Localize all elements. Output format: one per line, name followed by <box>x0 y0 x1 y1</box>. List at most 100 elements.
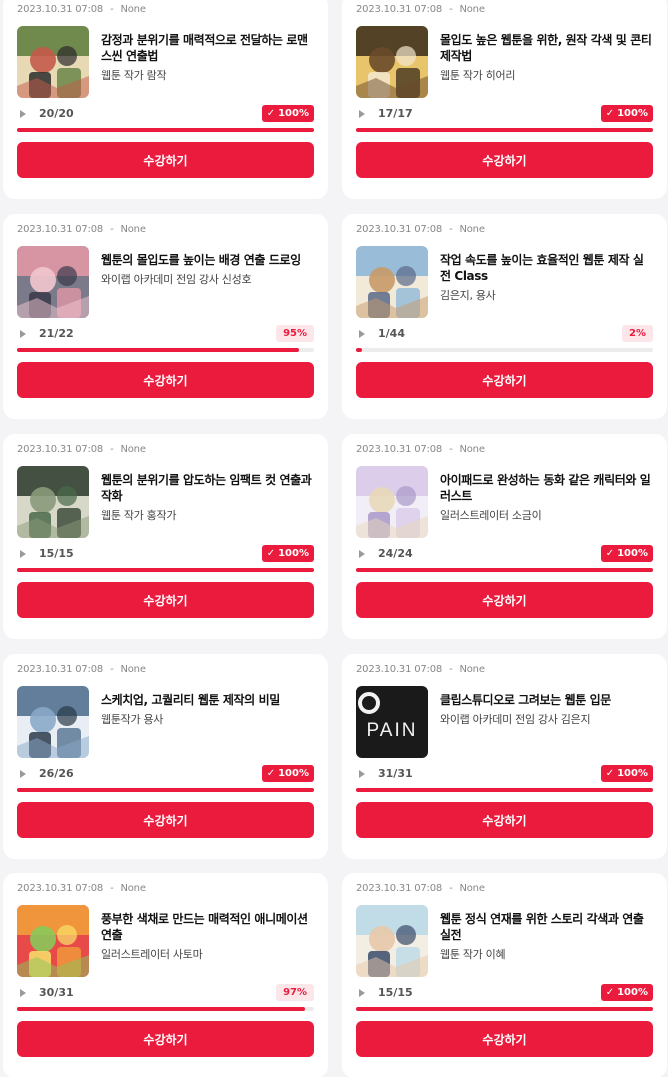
progress-bar-fill <box>356 348 362 352</box>
course-card: 2023.10.31 07:08- None PAIN 클립스튜디오로 그려보는 … <box>342 654 667 859</box>
enroll-date: 2023.10.31 07:08 <box>356 4 443 15</box>
enroll-button[interactable]: 수강하기 <box>17 582 314 618</box>
enroll-date: 2023.10.31 07:08 <box>356 444 443 455</box>
progress-bar <box>17 788 314 792</box>
course-author: 김은지, 용사 <box>440 289 496 302</box>
play-icon <box>359 330 365 338</box>
enroll-button[interactable]: 수강하기 <box>17 142 314 178</box>
enroll-button[interactable]: 수강하기 <box>17 802 314 838</box>
enroll-button[interactable]: 수강하기 <box>356 1021 653 1057</box>
progress-percent-label: 100% <box>617 108 648 119</box>
play-icon <box>20 330 26 338</box>
course-card: 2023.10.31 07:08- None 작업 속도를 높이는 효율적인 웹툰… <box>342 214 667 419</box>
course-title[interactable]: 웹툰 정식 연재를 위한 스토리 각색과 연출 실전 웹툰 작가 이혜 <box>440 911 654 963</box>
course-title[interactable]: 몰입도 높은 웹툰을 위한, 원작 각색 및 콘티 제작법 웹툰 작가 히어리 <box>440 32 654 84</box>
course-card: 2023.10.31 07:08- None 웹툰의 분위기를 압도하는 임팩트 … <box>3 434 328 639</box>
progress-bar <box>356 568 653 572</box>
course-card: 2023.10.31 07:08- None 감정과 분위기를 매력적으로 전달하… <box>3 0 328 199</box>
course-author: 일러스트레이터 사토마 <box>101 948 203 961</box>
progress-percent-badge: 97% <box>276 984 314 1001</box>
course-thumbnail[interactable] <box>17 246 89 318</box>
course-meta: 2023.10.31 07:08- None <box>17 224 146 235</box>
course-card: 2023.10.31 07:08- None 몰입도 높은 웹툰을 위한, 원작 … <box>342 0 667 199</box>
course-status: None <box>120 883 146 894</box>
check-icon: ✓ <box>605 987 615 998</box>
progress-percent-label: 100% <box>617 987 648 998</box>
progress-percent-label: 100% <box>278 108 309 119</box>
enroll-button[interactable]: 수강하기 <box>17 362 314 398</box>
progress-percent-label: 100% <box>278 768 309 779</box>
progress-bar <box>356 128 653 132</box>
lesson-progress-count: 24/24 <box>378 547 413 560</box>
course-card: 2023.10.31 07:08- None 웹툰 정식 연재를 위한 스토리 각… <box>342 873 667 1077</box>
progress-percent-badge: ✓ 100% <box>261 105 314 122</box>
check-icon: ✓ <box>266 108 276 119</box>
progress-bar-fill <box>17 128 314 132</box>
play-icon <box>20 110 26 118</box>
course-title[interactable]: 감정과 분위기를 매력적으로 전달하는 로맨스씬 연출법 웹툰 작가 람작 <box>101 32 315 84</box>
course-title[interactable]: 웹툰의 분위기를 압도하는 임팩트 컷 연출과 작화 웹툰 작가 홍작가 <box>101 472 315 524</box>
check-icon: ✓ <box>605 108 615 119</box>
enroll-button[interactable]: 수강하기 <box>17 1021 314 1057</box>
course-meta: 2023.10.31 07:08- None <box>17 4 146 15</box>
enroll-button[interactable]: 수강하기 <box>356 802 653 838</box>
course-thumbnail[interactable] <box>17 686 89 758</box>
course-thumbnail[interactable] <box>356 26 428 98</box>
course-card: 2023.10.31 07:08- None 풍부한 색채로 만드는 매력적인 애… <box>3 873 328 1077</box>
course-title[interactable]: 스케치업, 고퀄리티 웹툰 제작의 비밀 웹툰작가 용사 <box>101 692 315 728</box>
course-status: None <box>459 444 485 455</box>
course-title[interactable]: 웹툰의 몰입도를 높이는 배경 연출 드로잉 와이랩 아카데미 전임 강사 신성… <box>101 252 315 288</box>
progress-bar-fill <box>17 788 314 792</box>
lesson-progress-count: 17/17 <box>378 107 413 120</box>
course-thumbnail[interactable] <box>356 905 428 977</box>
enroll-button[interactable]: 수강하기 <box>356 362 653 398</box>
course-meta: 2023.10.31 07:08- None <box>356 664 485 675</box>
course-status: None <box>120 664 146 675</box>
course-status: None <box>459 664 485 675</box>
course-meta: 2023.10.31 07:08- None <box>17 664 146 675</box>
course-author: 와이랩 아카데미 전임 강사 신성호 <box>101 273 252 286</box>
progress-bar <box>17 128 314 132</box>
check-icon: ✓ <box>266 548 276 559</box>
course-meta: 2023.10.31 07:08- None <box>356 444 485 455</box>
course-status: None <box>459 224 485 235</box>
enroll-button[interactable]: 수강하기 <box>356 582 653 618</box>
course-thumbnail[interactable] <box>356 246 428 318</box>
progress-bar <box>17 348 314 352</box>
check-icon: ✓ <box>266 768 276 779</box>
course-meta: 2023.10.31 07:08- None <box>17 883 146 894</box>
course-title[interactable]: 작업 속도를 높이는 효율적인 웹툰 제작 실전 Class 김은지, 용사 <box>440 252 654 304</box>
course-meta: 2023.10.31 07:08- None <box>356 224 485 235</box>
lesson-progress-count: 1/44 <box>378 327 405 340</box>
course-author: 웹툰 작가 람작 <box>101 69 167 82</box>
course-thumbnail[interactable] <box>17 905 89 977</box>
course-title[interactable]: 풍부한 색채로 만드는 매력적인 애니메이션 연출 일러스트레이터 사토마 <box>101 911 315 963</box>
course-status: None <box>120 224 146 235</box>
course-status: None <box>120 4 146 15</box>
progress-percent-badge: 95% <box>276 325 314 342</box>
course-status: None <box>120 444 146 455</box>
progress-percent-badge: ✓ 100% <box>261 765 314 782</box>
progress-percent-badge: ✓ 100% <box>600 105 653 122</box>
course-author: 일러스트레이터 소금이 <box>440 509 542 522</box>
course-thumbnail[interactable] <box>17 26 89 98</box>
enroll-button[interactable]: 수강하기 <box>356 142 653 178</box>
progress-percent-label: 100% <box>617 548 648 559</box>
course-grid: 2023.10.31 07:08- None 감정과 분위기를 매력적으로 전달하… <box>0 0 668 1077</box>
progress-bar-fill <box>356 1007 653 1011</box>
progress-percent-badge: ✓ 100% <box>600 545 653 562</box>
enroll-date: 2023.10.31 07:08 <box>17 664 104 675</box>
course-thumbnail[interactable]: PAIN <box>356 686 428 758</box>
course-status: None <box>459 4 485 15</box>
progress-bar-fill <box>17 568 314 572</box>
progress-percent-label: 100% <box>617 768 648 779</box>
course-thumbnail[interactable] <box>356 466 428 538</box>
check-icon: ✓ <box>605 548 615 559</box>
progress-percent-badge: 2% <box>622 325 653 342</box>
course-status: None <box>459 883 485 894</box>
course-title[interactable]: 클립스튜디오로 그려보는 웹툰 입문 와이랩 아카데미 전임 강사 김은지 <box>440 692 654 728</box>
course-author: 와이랩 아카데미 전임 강사 김은지 <box>440 713 591 726</box>
play-icon <box>20 550 26 558</box>
course-title[interactable]: 아이패드로 완성하는 동화 같은 캐릭터와 일러스트 일러스트레이터 소금이 <box>440 472 654 524</box>
course-thumbnail[interactable] <box>17 466 89 538</box>
